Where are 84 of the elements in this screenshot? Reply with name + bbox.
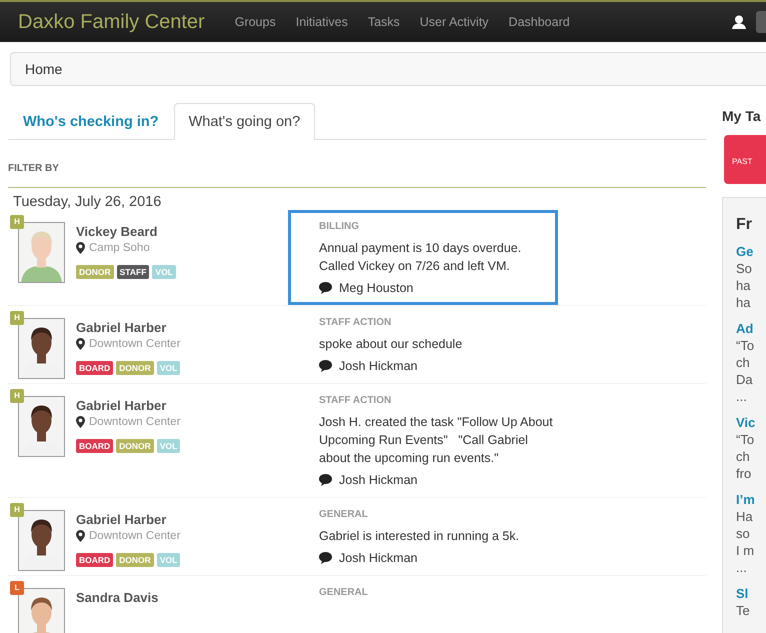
comment-icon: [319, 552, 332, 564]
past-due-tile[interactable]: PAST: [724, 135, 766, 184]
location-text: Camp Soho: [89, 242, 150, 254]
filter-label: FILTER BY: [8, 163, 60, 174]
nav-link[interactable]: Initiatives: [296, 15, 348, 29]
tag: VOL: [156, 439, 180, 453]
location-pin-icon: [76, 416, 85, 428]
feed-item-text: “To: [736, 431, 756, 448]
location-pin-icon: [76, 530, 85, 542]
tag: BOARD: [76, 553, 114, 567]
panel-title: Fr: [736, 216, 753, 234]
user-icon: [732, 15, 746, 29]
nav-link[interactable]: Dashboard: [508, 15, 570, 29]
tag: VOL: [156, 553, 180, 567]
feed-item-text: “To: [736, 337, 756, 354]
level-badge: L: [10, 581, 24, 595]
tag: STAFF: [116, 265, 150, 279]
nav-link[interactable]: Groups: [234, 15, 276, 29]
feed-item-text: So: [736, 260, 753, 277]
feed-item-text: fro: [736, 465, 752, 482]
nav-link[interactable]: User Activity: [420, 15, 489, 29]
date-heading: Tuesday, July 26, 2016: [13, 194, 162, 210]
feed-item-text: ...: [736, 559, 748, 576]
breadcrumb-link[interactable]: Home: [25, 61, 62, 77]
location-text: Downtown Center: [89, 416, 180, 428]
person-name[interactable]: Gabriel Harber: [76, 512, 180, 527]
level-badge: H: [10, 389, 24, 403]
feed-item-link[interactable]: Ad: [736, 320, 766, 337]
author-name: Josh Hickman: [339, 473, 418, 487]
note-category: GENERAL: [319, 587, 369, 598]
tag: VOL: [156, 361, 180, 375]
level-badge: H: [10, 215, 24, 229]
person-name[interactable]: Gabriel Harber: [76, 398, 180, 413]
feed-item-link[interactable]: Sl: [736, 585, 766, 602]
tile-label: PAST: [732, 156, 752, 166]
location-text: Downtown Center: [89, 530, 180, 542]
account-button[interactable]: [756, 11, 766, 33]
comment-icon: [319, 474, 332, 486]
author-name: Josh Hickman: [339, 359, 418, 373]
tag: BOARD: [76, 361, 114, 375]
level-badge: H: [10, 503, 24, 517]
note-text: spoke about our schedule: [319, 336, 464, 353]
feed-item-text: Ha: [736, 508, 754, 525]
person-name[interactable]: Gabriel Harber: [76, 320, 180, 335]
person-name[interactable]: Sandra Davis: [76, 590, 158, 605]
nav-link[interactable]: Tasks: [368, 15, 400, 29]
feed-item-text: ch: [736, 448, 751, 465]
note-text: Annual payment is 10 days overdue. Called Vickey on 7/26 and left VM.: [319, 240, 522, 275]
feed-item-text: I m: [736, 542, 756, 559]
location-pin-icon: [76, 242, 85, 254]
tag: BOARD: [76, 439, 114, 453]
author-name: Meg Houston: [339, 281, 414, 295]
brand-link[interactable]: Daxko Family Center: [18, 10, 205, 34]
tag: VOL: [152, 265, 176, 279]
feed-item-text: Te: [736, 602, 751, 619]
feed-item-link[interactable]: Vic: [736, 414, 766, 431]
tab[interactable]: What's going on?: [174, 103, 316, 140]
note-text: Josh H. created the task "Follow Up About Upcoming Run Events" "Call Gabriel about the upcoming run events.": [319, 414, 554, 467]
location-pin-icon: [76, 338, 85, 350]
note-category: STAFF ACTION: [319, 395, 392, 406]
author-name: Josh Hickman: [339, 551, 418, 565]
comment-icon: [319, 282, 332, 294]
person-name[interactable]: Vickey Beard: [76, 224, 176, 239]
level-badge: H: [10, 311, 24, 325]
feed-item-text: ha: [736, 294, 752, 311]
note-category: BILLING: [319, 221, 360, 232]
feed-item-link[interactable]: I’m: [736, 491, 766, 508]
feed-item-text: Da: [736, 371, 754, 388]
tag: DONOR: [116, 439, 154, 453]
note-category: GENERAL: [319, 509, 369, 520]
tag: DONOR: [76, 265, 114, 279]
feed-item-text: ch: [736, 354, 751, 371]
feed-item-link[interactable]: Ge: [736, 243, 766, 260]
sidebar-title: My Ta: [722, 108, 762, 124]
tag: DONOR: [116, 553, 154, 567]
tab[interactable]: Who's checking in?: [8, 103, 174, 140]
note-category: STAFF ACTION: [319, 317, 392, 328]
feed-item-text: so: [736, 525, 751, 542]
feed-item-text: ...: [736, 388, 748, 405]
note-text: Gabriel is interested in running a 5k.: [319, 528, 520, 545]
location-text: Downtown Center: [89, 338, 180, 350]
comment-icon: [319, 360, 332, 372]
feed-item-text: ha: [736, 277, 752, 294]
tag: DONOR: [116, 361, 154, 375]
